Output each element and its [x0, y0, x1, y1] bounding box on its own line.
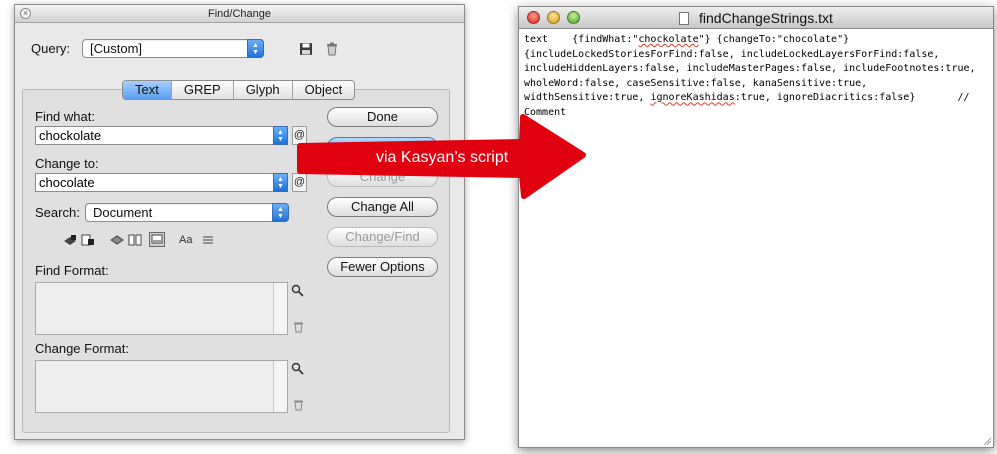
change-find-button[interactable]: Change/Find [327, 227, 438, 247]
search-scope-select[interactable]: Document ▲ ▼ [85, 203, 289, 222]
zoom-window-button[interactable] [567, 11, 580, 24]
popup-arrows-icon: ▲ ▼ [247, 39, 264, 58]
query-value: [Custom] [90, 41, 143, 56]
textedit-content[interactable]: text {findWhat:"chockolate"} {changeTo:"… [519, 30, 993, 447]
save-query-icon[interactable] [299, 42, 313, 56]
fewer-options-button[interactable]: Fewer Options [327, 257, 438, 277]
textedit-window: findChangeStrings.txt text {findWhat:"ch… [518, 6, 994, 448]
change-to-input[interactable]: chocolate ▲ ▼ [35, 173, 288, 192]
textedit-title: findChangeStrings.txt [699, 10, 833, 26]
close-icon[interactable]: × [20, 8, 31, 19]
change-button[interactable]: Change [327, 167, 438, 187]
find-what-label: Find what: [35, 109, 95, 124]
locked-layers-icon[interactable] [63, 234, 77, 246]
find-format-scrollbar[interactable] [273, 283, 287, 334]
mode-tabs: Text GREP Glyph Object [122, 80, 356, 100]
change-to-value: chocolate [39, 175, 95, 190]
find-format-box[interactable] [35, 282, 288, 335]
misspelled-word[interactable]: chockolate [638, 34, 698, 45]
minimize-window-button[interactable] [547, 11, 560, 24]
find-what-input[interactable]: chockolate ▲ ▼ [35, 126, 288, 145]
specify-find-format-icon[interactable] [291, 284, 305, 298]
clear-change-format-icon[interactable] [293, 399, 304, 411]
footnotes-icon[interactable] [149, 232, 165, 247]
done-button[interactable]: Done [327, 107, 438, 127]
whole-word-icon[interactable] [201, 234, 215, 246]
dialog-title: Find/Change [208, 8, 271, 20]
query-select[interactable]: [Custom] ▲ ▼ [82, 39, 264, 58]
recent-changes-arrows-icon[interactable]: ▲ ▼ [273, 173, 288, 192]
search-label: Search: [35, 205, 80, 220]
find-change-dialog: × Find/Change Query: [Custom] ▲ ▼ Text GR… [14, 4, 465, 440]
delete-query-icon[interactable] [326, 42, 338, 56]
find-format-label: Find Format: [35, 263, 109, 278]
change-format-label: Change Format: [35, 341, 129, 356]
clear-find-format-icon[interactable] [293, 321, 304, 333]
search-scope-value: Document [93, 205, 153, 220]
dialog-titlebar: × Find/Change [15, 5, 464, 23]
text-document-icon [679, 12, 690, 25]
change-format-box[interactable] [35, 360, 288, 413]
text-line: wholeWord:false, caseSensitive:false, ka… [524, 77, 868, 89]
master-pages-icon[interactable] [128, 234, 142, 246]
text-line: includeHiddenLayers:false, includeMaster… [524, 63, 976, 75]
change-all-button[interactable]: Change All [327, 197, 438, 217]
query-label: Query: [31, 41, 71, 56]
arrow-label: via Kasyan’s script [376, 149, 509, 166]
popup-arrows-icon: ▲ ▼ [272, 203, 289, 222]
locked-stories-icon[interactable] [81, 234, 95, 246]
tab-object[interactable]: Object [293, 81, 355, 99]
resize-grip-icon[interactable] [982, 436, 992, 446]
misspelled-word[interactable]: ignoreKashidas [650, 92, 734, 103]
specify-change-format-icon[interactable] [291, 362, 305, 376]
text-line: {includeLockedStoriesForFind:false, incl… [524, 48, 940, 60]
change-to-label: Change to: [35, 156, 99, 171]
file-text[interactable]: text {findWhat:"chockolate"} {changeTo:"… [524, 33, 988, 121]
find-special-characters-button[interactable]: @ [292, 126, 307, 145]
text-line: Comment [524, 106, 567, 118]
recent-searches-arrows-icon[interactable]: ▲ ▼ [273, 126, 288, 145]
find-what-value: chockolate [39, 128, 102, 143]
change-special-characters-button[interactable]: @ [292, 173, 307, 192]
tab-text[interactable]: Text [123, 81, 172, 99]
tab-grep[interactable]: GREP [172, 81, 234, 99]
case-sensitive-icon[interactable]: Aa [179, 234, 192, 247]
textedit-titlebar: findChangeStrings.txt [519, 7, 993, 29]
close-window-button[interactable] [527, 11, 540, 24]
tab-glyph[interactable]: Glyph [234, 81, 293, 99]
hidden-layers-icon[interactable] [110, 234, 124, 246]
change-format-scrollbar[interactable] [273, 361, 287, 412]
text-line: widthSensitive:true, ignoreKashidas:true… [524, 92, 970, 104]
text-line: text {findWhat:"chockolate"} {changeTo:"… [524, 34, 850, 45]
